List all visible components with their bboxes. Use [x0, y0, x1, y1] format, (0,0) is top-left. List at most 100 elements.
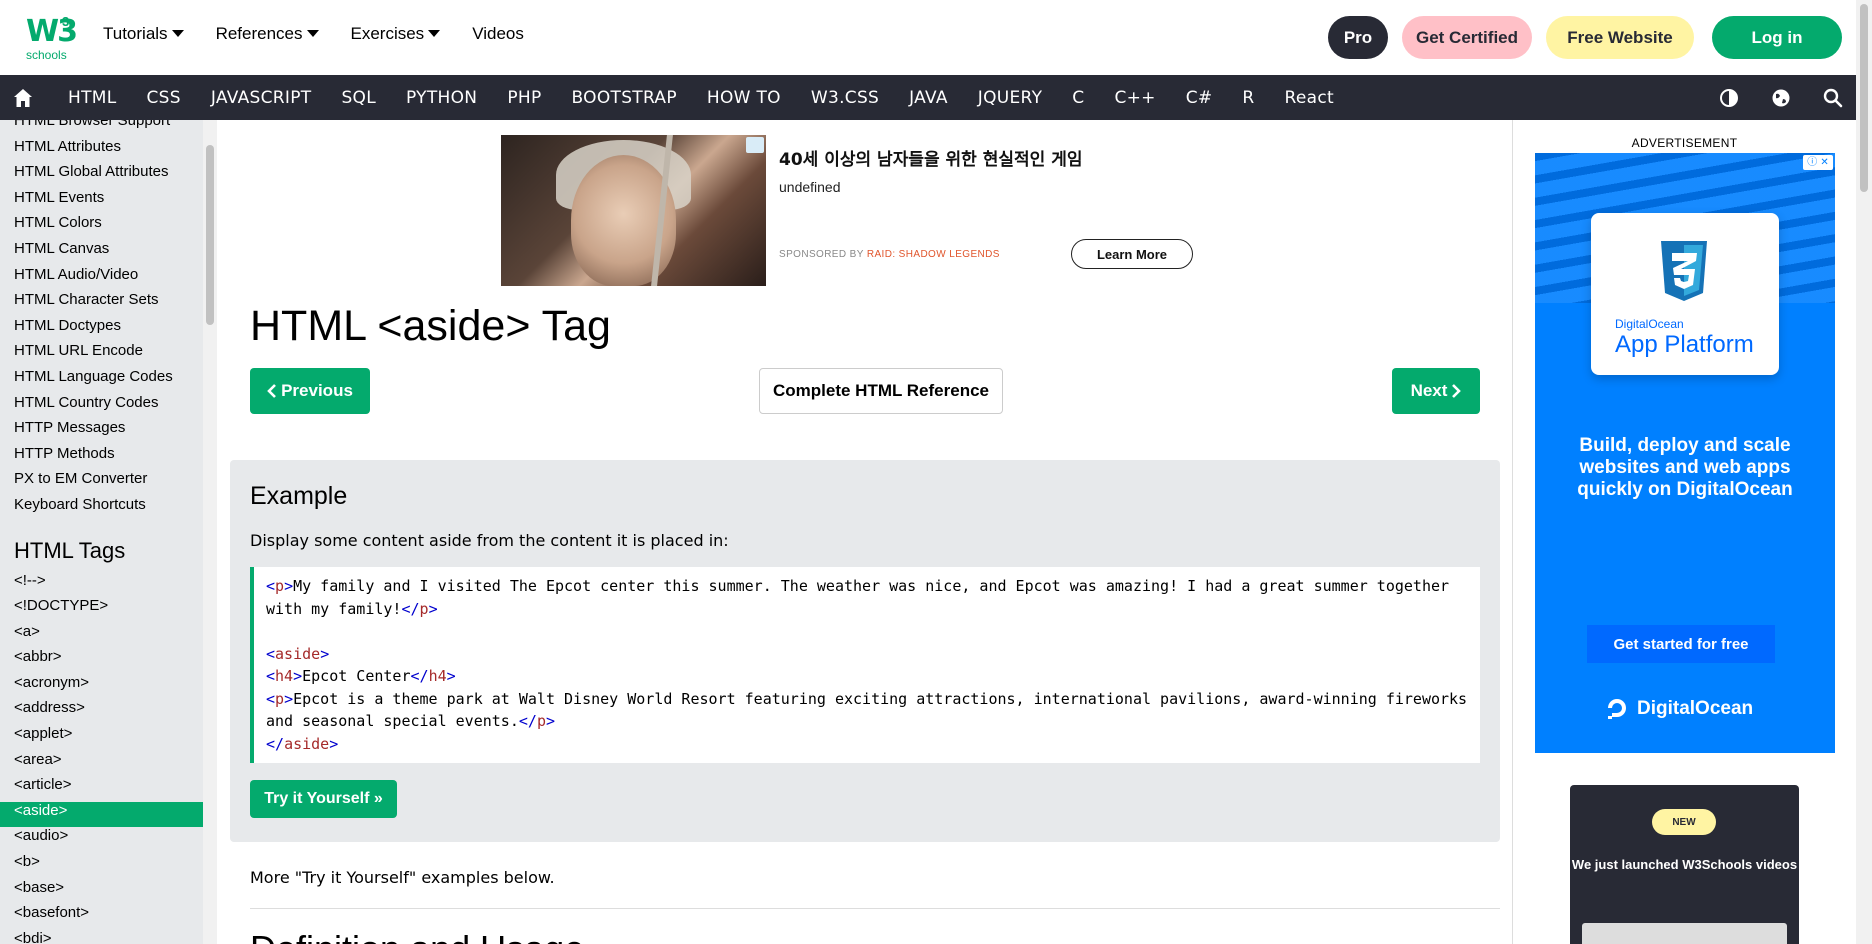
nav-c[interactable]: C	[1072, 88, 1084, 108]
nav-python[interactable]: PYTHON	[406, 88, 477, 108]
nav-jquery[interactable]: JQUERY	[978, 88, 1043, 108]
sidebar-item[interactable]: HTML Language Codes	[0, 368, 203, 394]
sidebar-tag-item[interactable]: <applet>	[0, 725, 203, 751]
ad-learn-more-button[interactable]: Learn More	[1071, 239, 1193, 269]
nav-java[interactable]: JAVA	[909, 88, 948, 108]
sidebar-item[interactable]: HTML Global Attributes	[0, 163, 203, 189]
sidebar-scrollbar[interactable]	[203, 120, 217, 944]
previous-label: Previous	[281, 381, 353, 400]
nav-r[interactable]: R	[1242, 88, 1254, 108]
login-button[interactable]: Log in	[1712, 16, 1842, 59]
sidebar-scrollbar-thumb[interactable]	[206, 145, 214, 325]
ad-close-icon[interactable]: ⓘ ✕	[1803, 155, 1833, 170]
sidebar-tag-item-active[interactable]: <aside>	[0, 801, 203, 828]
get-started-button[interactable]: Get started for free	[1587, 625, 1775, 663]
sidebar-tag-item[interactable]: <basefont>	[0, 904, 203, 930]
sidebar-tag-item[interactable]: <!-->	[0, 572, 203, 598]
code-tag: aside	[275, 644, 321, 663]
left-sidebar: HTML Browser Support HTML Attributes HTM…	[0, 120, 203, 944]
chevron-right-icon	[1452, 384, 1462, 398]
page-scrollbar[interactable]	[1856, 0, 1872, 944]
sidebar-item[interactable]: HTML Audio/Video	[0, 266, 203, 292]
nav-bootstrap[interactable]: BOOTSTRAP	[572, 88, 677, 108]
sidebar-item[interactable]: HTML URL Encode	[0, 342, 203, 368]
page-title: HTML <aside> Tag	[250, 302, 611, 350]
nav-javascript[interactable]: JAVASCRIPT	[211, 88, 312, 108]
sidebar-item[interactable]: HTTP Messages	[0, 419, 203, 445]
nav-css[interactable]: CSS	[147, 88, 181, 108]
sidebar-item[interactable]: HTML Events	[0, 189, 203, 215]
nav-sql[interactable]: SQL	[341, 88, 376, 108]
example-description: Display some content aside from the cont…	[250, 531, 729, 550]
menu-tutorials[interactable]: Tutorials	[103, 24, 184, 44]
try-it-yourself-button[interactable]: Try it Yourself »	[250, 780, 397, 818]
get-certified-button[interactable]: Get Certified	[1402, 16, 1532, 59]
page-scrollbar-thumb[interactable]	[1860, 4, 1868, 192]
free-website-button[interactable]: Free Website	[1546, 16, 1694, 59]
search-icon[interactable]	[1822, 87, 1844, 109]
code-bracket: >	[329, 734, 339, 753]
digitalocean-logo: DigitalOcean	[1605, 697, 1753, 721]
digitalocean-ad[interactable]: ⓘ ✕ DigitalOcean App Platform Build, dep…	[1535, 153, 1835, 753]
pro-button[interactable]: Pro	[1328, 16, 1388, 59]
sidebar-tag-item[interactable]: <acronym>	[0, 674, 203, 700]
nav-how-to[interactable]: HOW TO	[707, 88, 781, 108]
adchoices-icon[interactable]	[746, 137, 764, 153]
sidebar-tag-item[interactable]: <audio>	[0, 827, 203, 853]
nav-cpp[interactable]: C++	[1114, 88, 1155, 108]
sidebar-item[interactable]: PX to EM Converter	[0, 470, 203, 496]
home-icon[interactable]	[12, 87, 34, 109]
subject-navbar: HTML CSS JAVASCRIPT SQL PYTHON PHP BOOTS…	[0, 75, 1856, 120]
sidebar-tag-item[interactable]: <a>	[0, 623, 203, 649]
code-text: My family and I visited The Epcot center…	[293, 577, 1450, 595]
sidebar-item[interactable]: HTML Character Sets	[0, 291, 203, 317]
sidebar-item[interactable]: HTTP Methods	[0, 445, 203, 471]
w3schools-logo[interactable]: W3 3 schools	[24, 14, 78, 62]
digitalocean-logo-text: DigitalOcean	[1637, 698, 1754, 719]
nav-react[interactable]: React	[1285, 88, 1334, 108]
sidebar-item[interactable]: HTML Colors	[0, 214, 203, 240]
top-advertisement[interactable]: 40세 이상의 남자들을 위한 현실적인 게임 undefined SPONSO…	[501, 135, 1226, 286]
sidebar-tag-item[interactable]: <area>	[0, 751, 203, 777]
advertisement-label: ADVERTISEMENT	[1631, 136, 1738, 150]
sidebar-tag-item[interactable]: <article>	[0, 776, 203, 802]
w3schools-videos-promo[interactable]: NEW We just launched W3Schools videos	[1570, 785, 1799, 944]
code-sample[interactable]: <p>My family and I visited The Epcot cen…	[250, 567, 1480, 763]
code-text: Epcot is a theme park at Walt Disney Wor…	[293, 689, 1468, 708]
sidebar-tag-item[interactable]: <address>	[0, 699, 203, 725]
code-tag: h4	[428, 667, 447, 685]
ad-title: 40세 이상의 남자들을 위한 현실적인 게임	[779, 150, 1083, 170]
menu-exercises[interactable]: Exercises	[351, 24, 441, 44]
code-text: with my family!	[266, 599, 402, 618]
sidebar-item[interactable]: HTML Attributes	[0, 138, 203, 164]
contrast-icon[interactable]	[1718, 87, 1740, 109]
code-bracket: >	[545, 712, 555, 730]
code-tag: p	[419, 599, 429, 618]
previous-button[interactable]: Previous	[250, 368, 370, 414]
nav-html[interactable]: HTML	[68, 88, 117, 108]
nav-csharp[interactable]: C#	[1186, 88, 1213, 108]
code-tag: p	[536, 712, 546, 730]
app-platform-card: DigitalOcean App Platform	[1591, 213, 1779, 375]
sidebar-tag-item[interactable]: <abbr>	[0, 648, 203, 674]
globe-icon[interactable]	[1770, 87, 1792, 109]
top-header: W3 3 schools Tutorials References Exerci…	[0, 0, 1856, 75]
menu-references[interactable]: References	[216, 24, 319, 44]
code-bracket: </	[401, 599, 420, 618]
sidebar-tag-item[interactable]: <bdi>	[0, 930, 203, 944]
sidebar-item[interactable]: HTML Country Codes	[0, 394, 203, 420]
sidebar-item[interactable]: HTML Browser Support	[0, 120, 203, 138]
sidebar-tag-item[interactable]: <b>	[0, 853, 203, 879]
code-tag: p	[275, 689, 285, 708]
sidebar-tag-item[interactable]: <!DOCTYPE>	[0, 597, 203, 623]
sidebar-item[interactable]: HTML Canvas	[0, 240, 203, 266]
next-button[interactable]: Next	[1392, 368, 1480, 414]
sidebar-item[interactable]: HTML Doctypes	[0, 317, 203, 343]
code-bracket: <	[266, 667, 276, 685]
sidebar-item[interactable]: Keyboard Shortcuts	[0, 496, 203, 522]
complete-html-reference-button[interactable]: Complete HTML Reference	[759, 368, 1003, 414]
menu-videos[interactable]: Videos	[472, 24, 524, 44]
nav-w3css[interactable]: W3.CSS	[811, 88, 879, 108]
nav-php[interactable]: PHP	[507, 88, 541, 108]
sidebar-tag-item[interactable]: <base>	[0, 879, 203, 905]
